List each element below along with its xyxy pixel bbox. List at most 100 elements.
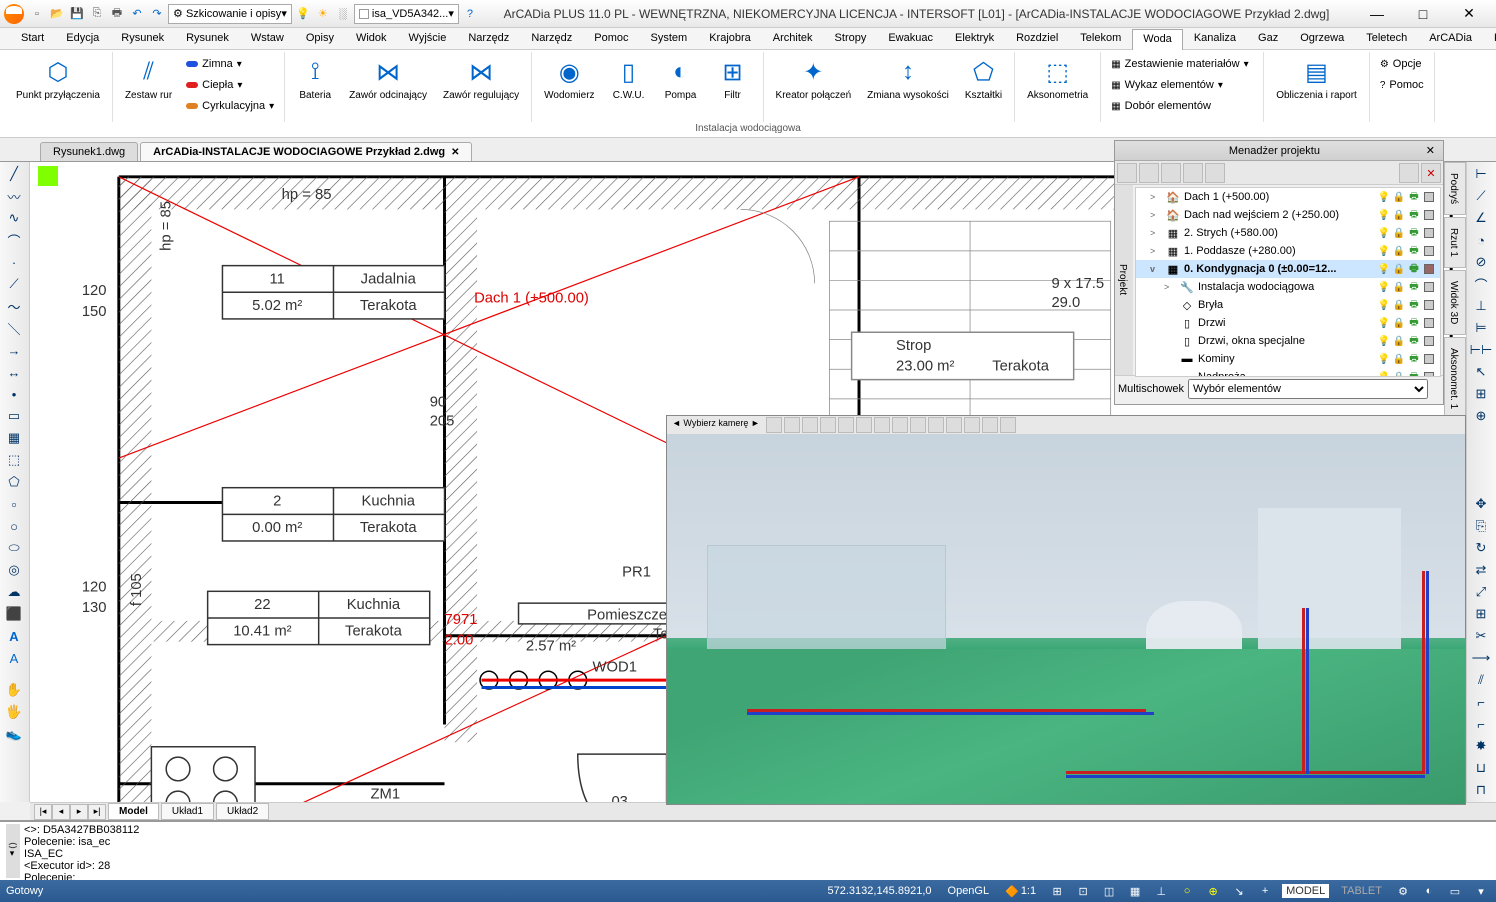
command-line[interactable]: ⟨⟩▾ <>: D5A3427BB038112 Polecenie: isa_e… xyxy=(0,820,1496,880)
zmiana-wysokosci-button[interactable]: ↕Zmiana wysokości xyxy=(861,54,955,103)
panel-btn-4[interactable] xyxy=(1183,163,1203,183)
menu-system[interactable]: System xyxy=(640,28,699,49)
break-icon[interactable]: ⊓ xyxy=(1469,780,1493,800)
menu-rozdziel[interactable]: Rozdziel xyxy=(1005,28,1069,49)
array-icon[interactable]: ⊞ xyxy=(1469,604,1493,624)
hatch-icon[interactable]: ▦ xyxy=(2,428,26,448)
menu-architek[interactable]: Architek xyxy=(762,28,824,49)
mirror-icon[interactable]: ⇄ xyxy=(1469,560,1493,580)
tree-item[interactable]: ▬Kominy💡🔒🖶 xyxy=(1136,350,1440,368)
menu-woda[interactable]: Woda xyxy=(1132,29,1183,50)
wykaz-elementow-button[interactable]: ▦ Wykaz elementów ▾ xyxy=(1107,75,1257,95)
wodomierz-button[interactable]: ◉Wodomierz xyxy=(538,54,600,103)
dot-icon[interactable]: • xyxy=(2,384,26,404)
sb-2[interactable]: ⊡ xyxy=(1074,882,1092,900)
menu-narzędz[interactable]: Narzędz xyxy=(457,28,520,49)
sb-12[interactable]: ▾ xyxy=(1472,882,1490,900)
panel-btn-6[interactable] xyxy=(1399,163,1419,183)
scale-icon[interactable]: ⤢ xyxy=(1469,582,1493,602)
join-icon[interactable]: ⊔ xyxy=(1469,758,1493,778)
pomoc-button[interactable]: ? Pomoc xyxy=(1376,75,1428,95)
side-tab[interactable]: Widok 3D xyxy=(1444,270,1466,335)
undo-icon[interactable]: ↶ xyxy=(128,5,146,23)
new-icon[interactable]: ▫ xyxy=(28,5,46,23)
model-toggle[interactable]: MODEL xyxy=(1282,884,1329,898)
copy-icon[interactable]: ⎘ xyxy=(1469,516,1493,536)
rv-btn[interactable] xyxy=(910,417,926,433)
menu-ewakuac[interactable]: Ewakuac xyxy=(877,28,944,49)
polyline-icon[interactable]: 〰 xyxy=(2,186,26,206)
pompa-button[interactable]: ◐Pompa xyxy=(657,54,705,103)
trim-icon[interactable]: ✂ xyxy=(1469,626,1493,646)
sun-icon[interactable]: ☀ xyxy=(314,5,332,23)
menu-widok[interactable]: Widok xyxy=(345,28,398,49)
dim-radius-icon[interactable]: ◔ xyxy=(1469,230,1493,250)
sb-8[interactable]: ↘ xyxy=(1230,882,1248,900)
zestaw-rur-button[interactable]: ⫽Zestaw rur xyxy=(119,54,178,103)
dim-arc-icon[interactable]: ⌒ xyxy=(1469,274,1493,294)
circle-icon[interactable]: ○ xyxy=(2,516,26,536)
dim-angular-icon[interactable]: ∠ xyxy=(1469,208,1493,228)
sb-5[interactable]: ⊥ xyxy=(1152,882,1170,900)
tree-item[interactable]: >▦2. Strych (+580.00)💡🔒🖶 xyxy=(1136,224,1440,242)
rotate-icon[interactable]: ↻ xyxy=(1469,538,1493,558)
text-icon[interactable]: A xyxy=(2,626,26,646)
menu-rysunek[interactable]: Rysunek xyxy=(110,28,175,49)
settings-icon[interactable]: ⚙ xyxy=(1394,882,1412,900)
saveall-icon[interactable]: ⎘ xyxy=(88,5,106,23)
center-icon[interactable]: ⊕ xyxy=(1469,406,1493,426)
ciepla-button[interactable]: Ciepła ▾ xyxy=(182,75,278,95)
next-tab-icon[interactable]: ▸ xyxy=(70,804,88,820)
line-icon[interactable]: ╱ xyxy=(2,164,26,184)
prev-tab-icon[interactable]: ◂ xyxy=(52,804,70,820)
tree-item[interactable]: >▦1. Poddasze (+280.00)💡🔒🖶 xyxy=(1136,242,1440,260)
palm-icon[interactable]: 🖐 xyxy=(2,702,26,722)
bateria-button[interactable]: ⟟Bateria xyxy=(291,54,339,103)
cyrkulacyjna-button[interactable]: Cyrkulacyjna ▾ xyxy=(182,96,278,116)
menu-elektryk[interactable]: Elektryk xyxy=(944,28,1005,49)
close-tab-icon[interactable]: ✕ xyxy=(451,147,459,158)
dim-continue-icon[interactable]: ⊢⊢ xyxy=(1469,340,1493,360)
tree-item[interactable]: >🏠Dach 1 (+500.00)💡🔒🖶 xyxy=(1136,188,1440,206)
menu-arcadia[interactable]: ArCADia xyxy=(1418,28,1483,49)
arc-icon[interactable]: ⌒ xyxy=(2,230,26,250)
menu-kanaliza[interactable]: Kanaliza xyxy=(1183,28,1247,49)
menu-konstrul[interactable]: Konstrul xyxy=(1483,28,1496,49)
offset-icon[interactable]: ⫽ xyxy=(1469,670,1493,690)
dim-aligned-icon[interactable]: ⟋ xyxy=(1469,186,1493,206)
move-icon[interactable]: ✥ xyxy=(1469,494,1493,514)
rv-btn[interactable] xyxy=(928,417,944,433)
dim-baseline-icon[interactable]: ⊨ xyxy=(1469,318,1493,338)
layout2-tab[interactable]: Układ2 xyxy=(216,803,269,820)
rv-btn[interactable] xyxy=(982,417,998,433)
filtr-button[interactable]: ⊞Filtr xyxy=(709,54,757,103)
dim-ord-icon[interactable]: ⊥ xyxy=(1469,296,1493,316)
sb-3[interactable]: ◫ xyxy=(1100,882,1118,900)
save-icon[interactable]: 💾 xyxy=(68,5,86,23)
project-tree[interactable]: >🏠Dach 1 (+500.00)💡🔒🖶>🏠Dach nad wejściem… xyxy=(1135,187,1441,377)
panel-title[interactable]: Menadżer projektu✕ xyxy=(1115,141,1443,161)
render-3d-view[interactable]: ◄ Wybierz kamerę ► xyxy=(666,415,1466,805)
tree-item[interactable]: —Nadproża💡🔒🖶 xyxy=(1136,368,1440,377)
sb-9[interactable]: + xyxy=(1256,882,1274,900)
tolerance-icon[interactable]: ⊞ xyxy=(1469,384,1493,404)
last-tab-icon[interactable]: ▸| xyxy=(88,804,106,820)
menu-krajobra[interactable]: Krajobra xyxy=(698,28,762,49)
aksonometria-button[interactable]: ⬚Aksonometria xyxy=(1021,54,1094,103)
rv-btn[interactable] xyxy=(838,417,854,433)
extend-icon[interactable]: ⟶ xyxy=(1469,648,1493,668)
dim-diameter-icon[interactable]: ⊘ xyxy=(1469,252,1493,272)
menu-rysunek[interactable]: Rysunek xyxy=(175,28,240,49)
tree-item[interactable]: >🏠Dach nad wejściem 2 (+250.00)💡🔒🖶 xyxy=(1136,206,1440,224)
trace-icon[interactable]: ＼ xyxy=(2,318,26,338)
rv-btn[interactable] xyxy=(1000,417,1016,433)
tree-item[interactable]: ▯Drzwi💡🔒🖶 xyxy=(1136,314,1440,332)
spline-icon[interactable]: ∿ xyxy=(2,208,26,228)
mtext-icon[interactable]: A xyxy=(2,648,26,668)
cloud-icon[interactable]: ☁ xyxy=(2,582,26,602)
freehand-icon[interactable]: 〜 xyxy=(2,296,26,316)
menu-edycja[interactable]: Edycja xyxy=(55,28,110,49)
pline-icon[interactable]: ⟋ xyxy=(2,274,26,294)
box-icon[interactable]: ▫ xyxy=(2,494,26,514)
rv-btn[interactable] xyxy=(874,417,890,433)
